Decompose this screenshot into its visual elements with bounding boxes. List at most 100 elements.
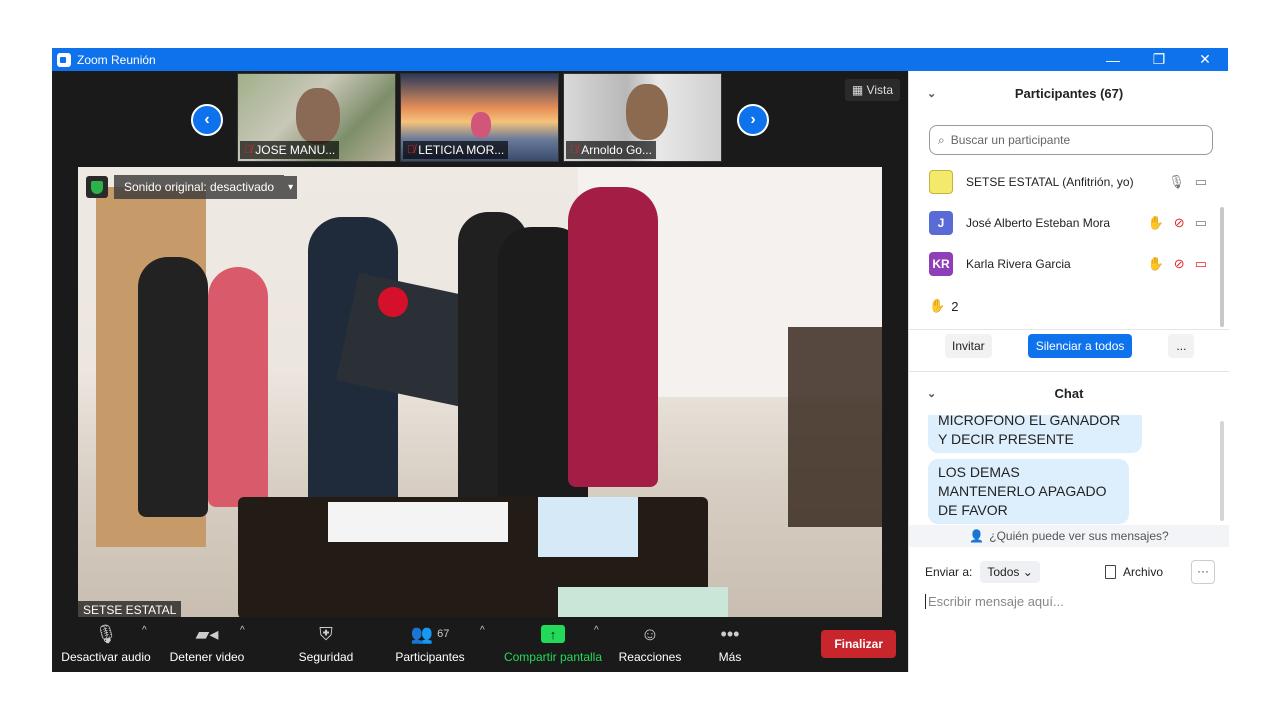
- video-camera-icon[interactable]: ▭: [1195, 174, 1207, 190]
- chat-message: LOS DEMAS MANTENERLO APAGADO DE FAVOR: [928, 459, 1129, 524]
- shield-icon: ⛨: [319, 623, 333, 644]
- microphone-icon: 🎙: [94, 623, 118, 644]
- file-button[interactable]: Archivo: [1105, 565, 1163, 579]
- file-icon: [1105, 565, 1116, 579]
- stop-video-button[interactable]: ▰◂ Detener video: [167, 623, 247, 665]
- security-button[interactable]: ⛨ Seguridad: [292, 623, 360, 665]
- avatar: J: [929, 210, 953, 235]
- participants-icon: 👥 67: [410, 623, 450, 644]
- participant-list-scrollbar[interactable]: [1220, 207, 1224, 327]
- chat-message-input[interactable]: Escribir mensaje aquí...: [925, 594, 1064, 609]
- video-options-caret[interactable]: ^: [240, 625, 245, 636]
- video-off-icon[interactable]: ▭: [1195, 256, 1207, 272]
- security-label: Seguridad: [298, 650, 354, 664]
- mute-audio-label: Desactivar audio: [61, 650, 151, 664]
- side-panel: ⌄ Participantes (67) ⌕ Buscar un partici…: [908, 71, 1229, 672]
- gallery-prev-button[interactable]: ‹: [191, 104, 223, 136]
- avatar: [929, 169, 953, 194]
- stop-video-label: Detener video: [169, 650, 245, 664]
- participant-thumbnail[interactable]: 🎙̸ Arnoldo Go...: [563, 73, 722, 162]
- thumbnail-name: Arnoldo Go...: [581, 143, 652, 157]
- raised-hands-summary: ✋ 2: [929, 298, 958, 314]
- active-speaker-video: Sonido original: desactivado ▾ SETSE EST…: [78, 167, 882, 619]
- minimize-button[interactable]: —: [1090, 52, 1136, 68]
- view-label: Vista: [866, 83, 893, 97]
- raised-hand-icon: ✋: [1147, 255, 1164, 271]
- thumbnail-name: LETICIA MOR...: [418, 143, 505, 157]
- who-can-see-messages[interactable]: 👤 ¿Quién puede ver sus mensajes?: [909, 525, 1229, 547]
- title-bar: Zoom Reunión — ❐ ✕: [52, 48, 1228, 71]
- participants-label: Participantes: [395, 650, 465, 664]
- chat-scrollbar[interactable]: [1220, 421, 1224, 521]
- chat-header: ⌄ Chat: [909, 373, 1229, 413]
- thumbnail-name-tag: 🎙̸ JOSE MANU...: [240, 141, 340, 159]
- chat-title: Chat: [1054, 385, 1084, 401]
- chat-more-button[interactable]: ···: [1191, 560, 1215, 584]
- mute-all-button[interactable]: Silenciar a todos: [1027, 334, 1133, 358]
- mic-muted-icon: 🎙̸: [570, 144, 579, 156]
- mic-muted-icon[interactable]: ⊘: [1174, 215, 1185, 231]
- divider: [909, 329, 1229, 330]
- participant-thumbnail[interactable]: 🎙̸ LETICIA MOR...: [400, 73, 559, 162]
- video-camera-icon: ▰◂: [195, 623, 219, 644]
- original-sound-status[interactable]: Sonido original: desactivado: [114, 175, 285, 199]
- file-label: Archivo: [1123, 565, 1164, 579]
- window-title: Zoom Reunión: [77, 52, 156, 67]
- participant-row[interactable]: KR Karla Rivera Garcia ✋ ⊘ ▭: [909, 243, 1229, 284]
- gallery-strip: 🎙̸ JOSE MANU... 🎙̸ LETICIA MOR... 🎙̸ Arn…: [237, 73, 722, 162]
- send-to-select[interactable]: Todos ⌄: [980, 561, 1040, 583]
- microphone-icon[interactable]: 🎙: [1168, 174, 1185, 190]
- mic-muted-icon: 🎙̸: [244, 144, 253, 156]
- participant-row[interactable]: J José Alberto Esteban Mora ✋ ⊘ ▭: [909, 202, 1229, 243]
- video-camera-icon[interactable]: ▭: [1195, 215, 1207, 231]
- share-options-caret[interactable]: ^: [594, 625, 599, 636]
- chevron-down-icon[interactable]: ▾: [284, 175, 298, 199]
- participants-title: Participantes (67): [1014, 85, 1124, 101]
- send-options: Enviar a: Todos ⌄ Archivo ···: [925, 560, 1215, 584]
- send-to-value: Todos: [987, 565, 1020, 579]
- gallery-next-button[interactable]: ›: [737, 104, 769, 136]
- participants-more-button[interactable]: ...: [1168, 334, 1195, 358]
- reactions-button[interactable]: ☺ Reacciones: [617, 623, 683, 665]
- mic-muted-icon[interactable]: ⊘: [1174, 256, 1185, 272]
- raised-hand-icon: ✋: [1147, 214, 1164, 230]
- close-window-button[interactable]: ✕: [1182, 51, 1228, 68]
- send-to-label: Enviar a:: [925, 565, 973, 579]
- zoom-logo-icon: [57, 52, 71, 67]
- search-icon: ⌕: [938, 132, 945, 147]
- more-label: Más: [718, 650, 742, 664]
- participant-name: José Alberto Esteban Mora: [966, 215, 1111, 230]
- restore-button[interactable]: ❐: [1136, 51, 1182, 68]
- view-button[interactable]: ▦ Vista: [844, 79, 900, 101]
- chevron-down-icon: ⌄: [1022, 565, 1033, 579]
- original-sound-banner: Sonido original: desactivado ▾: [86, 175, 298, 199]
- participants-button[interactable]: 👥 67 Participantes: [394, 623, 466, 665]
- chat-messages: MICROFONO EL GANADOR Y DECIR PRESENTE LO…: [909, 415, 1229, 525]
- participants-header: ⌄ Participantes (67): [909, 71, 1229, 115]
- divider: [909, 371, 1229, 372]
- participant-actions: Invitar Silenciar a todos ...: [945, 334, 1195, 358]
- video-area: ‹ 🎙̸ JOSE MANU... 🎙̸ LETICIA MOR... 🎙̸ A…: [52, 71, 908, 672]
- encryption-shield-icon: [86, 176, 108, 198]
- raised-hand-icon: ✋: [929, 298, 946, 313]
- invite-button[interactable]: Invitar: [945, 334, 992, 358]
- participant-search-input[interactable]: ⌕ Buscar un participante: [929, 125, 1213, 155]
- search-placeholder: Buscar un participante: [950, 133, 1071, 147]
- participant-row[interactable]: SETSE ESTATAL (Anfitrión, yo) 🎙 ▭: [909, 161, 1229, 202]
- share-screen-icon: ↑: [541, 625, 565, 643]
- who-can-see-label: ¿Quién puede ver sus mensajes?: [989, 529, 1169, 543]
- participant-name: Karla Rivera Garcia: [966, 256, 1071, 271]
- collapse-chevron-icon[interactable]: ⌄: [927, 87, 936, 100]
- collapse-chevron-icon[interactable]: ⌄: [927, 387, 936, 400]
- chat-message: MICROFONO EL GANADOR Y DECIR PRESENTE: [928, 415, 1142, 453]
- participants-options-caret[interactable]: ^: [480, 625, 485, 636]
- mute-audio-button[interactable]: 🎙 Desactivar audio: [60, 623, 152, 665]
- more-button[interactable]: ••• Más: [712, 623, 748, 665]
- audio-options-caret[interactable]: ^: [142, 625, 147, 636]
- zoom-window: Zoom Reunión — ❐ ✕ ‹ 🎙̸ JOSE MANU... 🎙̸ …: [52, 48, 1229, 672]
- end-meeting-button[interactable]: Finalizar: [821, 630, 896, 658]
- participant-list: SETSE ESTATAL (Anfitrión, yo) 🎙 ▭ J José…: [909, 161, 1229, 284]
- participant-thumbnail[interactable]: 🎙̸ JOSE MANU...: [237, 73, 396, 162]
- thumbnail-name-tag: 🎙̸ Arnoldo Go...: [566, 141, 656, 159]
- share-screen-button[interactable]: ↑ Compartir pantalla: [502, 623, 604, 664]
